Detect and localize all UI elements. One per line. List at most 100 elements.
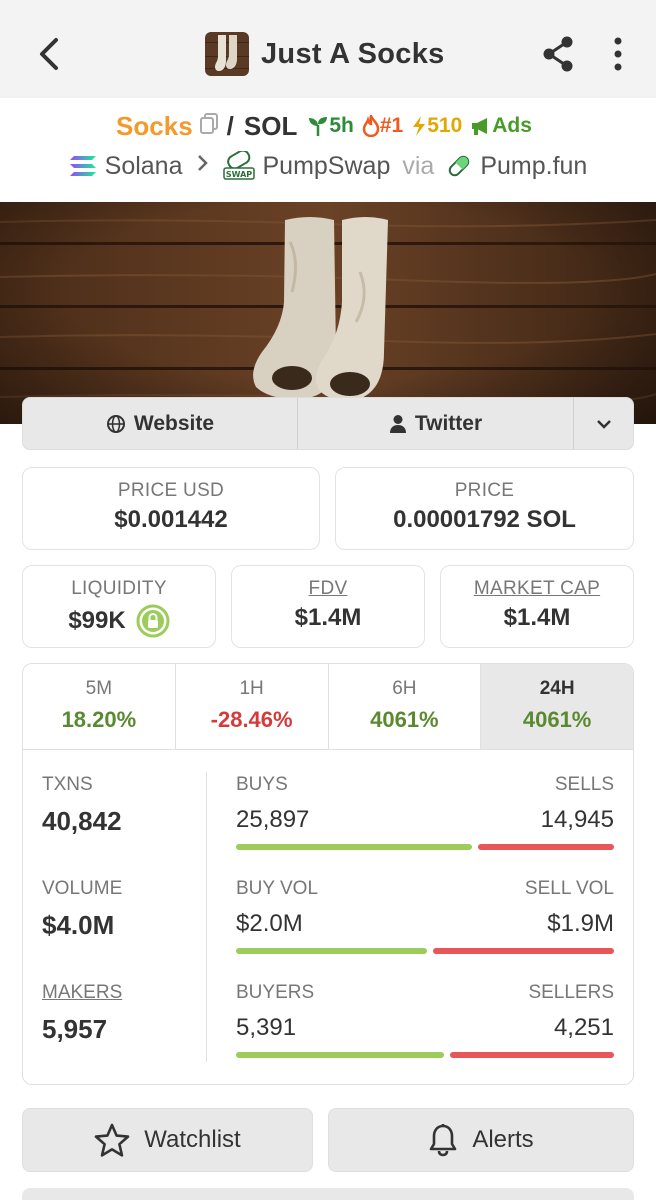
- back-arrow-icon[interactable]: [32, 32, 66, 76]
- market-cap-label[interactable]: MARKET CAP: [441, 578, 633, 600]
- liquidity-value: $99K: [68, 607, 126, 634]
- age-value: 5h: [329, 114, 354, 137]
- liquidity-row: $99K: [23, 604, 215, 638]
- boost-value: 510: [427, 114, 463, 137]
- price-usd-card: PRICE USD $0.001442: [22, 467, 320, 550]
- timeframe-tabs: 5M 18.20% 1H -28.46% 6H 4061% 24H 4061%: [23, 664, 633, 750]
- twitter-button[interactable]: Twitter: [298, 398, 574, 449]
- flame-icon: [362, 115, 380, 137]
- more-links-dropdown[interactable]: [574, 398, 633, 449]
- launchpad-name[interactable]: Pump.fun: [480, 152, 587, 181]
- via-label: via: [402, 151, 435, 180]
- fdv-value: $1.4M: [294, 604, 362, 631]
- txns-label: TXNS: [42, 774, 93, 795]
- buyers-bar: [236, 1052, 444, 1058]
- rank-value: #1: [379, 114, 404, 137]
- ads-badge[interactable]: Ads: [470, 114, 532, 138]
- price-native-card: PRICE 0.00001792 SOL: [335, 467, 634, 550]
- star-icon: [94, 1123, 130, 1157]
- ads-label: Ads: [492, 114, 532, 137]
- alerts-label: Alerts: [472, 1126, 534, 1153]
- pumpswap-icon: SWAP: [222, 151, 255, 181]
- watchlist-label: Watchlist: [144, 1126, 241, 1153]
- solana-icon: [69, 154, 97, 178]
- pair-line: Socks / SOL 5h #1 510 Ads: [0, 108, 656, 144]
- sell-vol-value: $1.9M: [547, 910, 614, 937]
- stats-divider: [206, 772, 207, 1062]
- tab-24h[interactable]: 24H 4061%: [481, 664, 633, 749]
- buys-value: 25,897: [236, 806, 310, 833]
- chain-line: Solana SWAP PumpSwap via Pump.fun: [0, 148, 656, 184]
- more-vertical-icon[interactable]: [608, 36, 628, 72]
- makers-value: 5,957: [42, 1014, 108, 1044]
- tab-change: 4061%: [370, 707, 439, 732]
- token-banner-image: [0, 202, 656, 424]
- pair-separator: /: [226, 110, 234, 141]
- stats-grid: TXNS 40,842 VOLUME $4.0M MAKERS 5,957 BU…: [23, 750, 633, 1084]
- watchlist-button[interactable]: Watchlist: [22, 1108, 313, 1172]
- sells-bar: [478, 844, 614, 850]
- liquidity-card[interactable]: LIQUIDITY $99K: [22, 565, 216, 648]
- social-links-bar: Website Twitter: [22, 397, 634, 450]
- price-native-label: PRICE: [454, 480, 515, 501]
- volume-label: VOLUME: [42, 878, 123, 899]
- chain-name[interactable]: Solana: [105, 152, 183, 181]
- boost-badge: 510: [411, 114, 462, 138]
- fdv-card[interactable]: FDV $1.4M: [231, 565, 425, 648]
- lock-icon: [136, 604, 170, 638]
- next-section-edge: [22, 1188, 634, 1200]
- chevron-right-icon: [197, 153, 209, 179]
- buy-vol-label: BUY VOL: [236, 878, 319, 899]
- base-symbol[interactable]: Socks: [116, 111, 193, 142]
- market-cap-value: $1.4M: [503, 604, 571, 631]
- quote-symbol: SOL: [243, 110, 298, 141]
- top-bar: Just A Socks: [0, 0, 656, 98]
- volume-value: $4.0M: [42, 910, 115, 940]
- tab-change: 18.20%: [61, 707, 137, 732]
- rank-badge: #1: [362, 114, 403, 138]
- tab-5m[interactable]: 5M 18.20%: [23, 664, 176, 749]
- price-usd-label: PRICE USD: [117, 480, 225, 501]
- megaphone-icon: [472, 118, 488, 135]
- alerts-button[interactable]: Alerts: [328, 1108, 634, 1172]
- sellers-bar: [450, 1052, 614, 1058]
- tab-1h[interactable]: 1H -28.46%: [176, 664, 329, 749]
- sells-label: SELLS: [554, 774, 614, 795]
- dex-name[interactable]: PumpSwap: [263, 152, 391, 181]
- price-native-value: 0.00001792 SOL: [393, 506, 576, 533]
- tab-label: 5M: [85, 678, 113, 699]
- user-icon: [389, 414, 407, 434]
- share-icon[interactable]: [538, 34, 578, 74]
- bell-icon: [428, 1123, 458, 1157]
- buyers-value: 5,391: [236, 1014, 297, 1041]
- token-avatar: [205, 32, 249, 76]
- makers-label[interactable]: MAKERS: [42, 982, 122, 1004]
- tab-label: 1H: [239, 678, 264, 699]
- buys-label: BUYS: [236, 774, 288, 795]
- fdv-label[interactable]: FDV: [232, 578, 424, 600]
- tab-6h[interactable]: 6H 4061%: [329, 664, 482, 749]
- sell-vol-label: SELL VOL: [524, 878, 614, 899]
- website-label: Website: [133, 411, 215, 435]
- page-title: Just A Socks: [261, 37, 445, 70]
- market-cap-card[interactable]: MARKET CAP $1.4M: [440, 565, 634, 648]
- pill-icon: [446, 153, 472, 179]
- age-badge: 5h: [307, 114, 354, 138]
- tab-label: 6H: [392, 678, 417, 699]
- twitter-label: Twitter: [414, 411, 483, 435]
- chevron-down-icon: [596, 412, 612, 436]
- liquidity-label: LIQUIDITY: [71, 578, 167, 599]
- sellers-value: 4,251: [553, 1014, 614, 1041]
- buy-vol-bar: [236, 948, 427, 954]
- tab-change: -28.46%: [210, 707, 293, 732]
- txns-value: 40,842: [42, 806, 122, 836]
- title-group: Just A Socks: [205, 32, 445, 76]
- stats-panel: 5M 18.20% 1H -28.46% 6H 4061% 24H 4061% …: [22, 663, 634, 1085]
- tab-label: 24H: [539, 678, 575, 699]
- buy-vol-value: $2.0M: [236, 910, 303, 937]
- lightning-icon: [413, 116, 426, 136]
- buys-bar: [236, 844, 472, 850]
- copy-icon[interactable]: [199, 112, 219, 140]
- svg-text:SWAP: SWAP: [225, 170, 251, 179]
- website-button[interactable]: Website: [23, 398, 298, 449]
